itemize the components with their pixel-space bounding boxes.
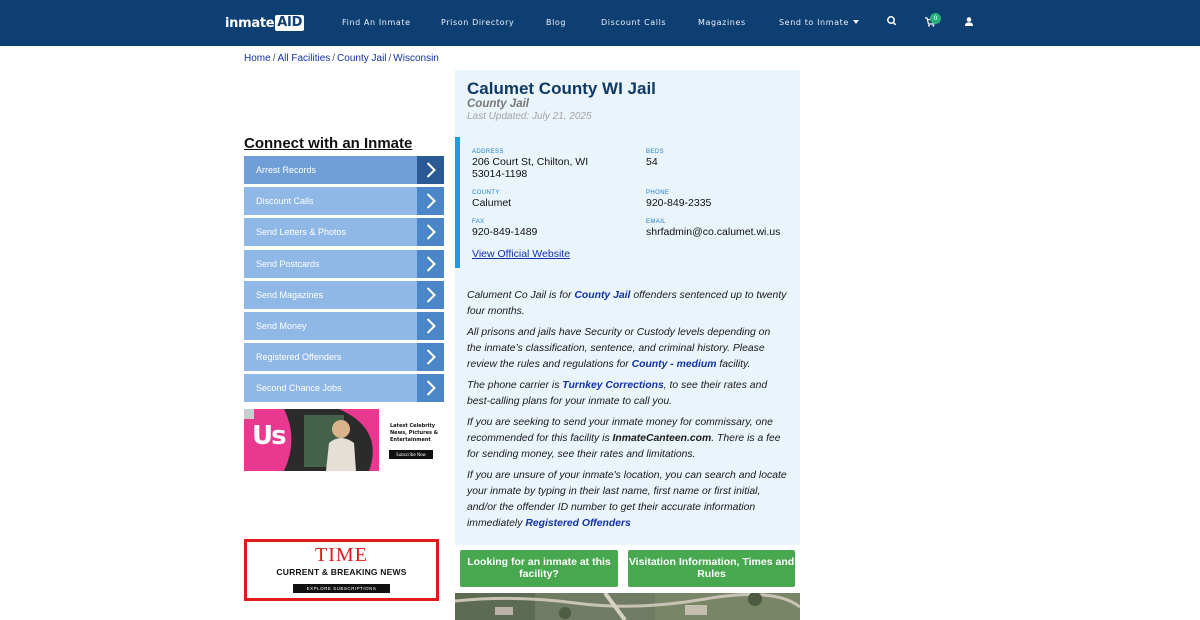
sidebar-item-discount-calls[interactable]: Discount Calls: [244, 187, 444, 216]
paragraph-security: All prisons and jails have Security or C…: [467, 325, 787, 373]
us-subscribe-button[interactable]: Subscribe Now: [389, 450, 433, 459]
email-label: EMAIL: [646, 219, 667, 225]
time-subtitle: CURRENT & BREAKING NEWS: [276, 567, 407, 577]
facility-aerial-photo: [455, 593, 800, 620]
sidebar-item-second-chance-jobs[interactable]: Second Chance Jobs: [244, 374, 444, 403]
phone-label: PHONE: [646, 190, 670, 196]
sidebar-item-send-letters-photos[interactable]: Send Letters & Photos: [244, 218, 444, 247]
turnkey-corrections-link[interactable]: Turnkey Corrections: [562, 380, 663, 391]
official-website-link[interactable]: View Official Website: [472, 248, 570, 260]
email-value[interactable]: shrfadmin@co.calumet.wi.us: [646, 226, 780, 239]
breadcrumb-county-jail[interactable]: County Jail: [337, 53, 386, 64]
time-ad[interactable]: TIME CURRENT & BREAKING NEWS EXPLORE SUB…: [244, 539, 439, 601]
sidebar-item-label: Second Chance Jobs: [256, 383, 342, 394]
sidebar-item-send-postcards[interactable]: Send Postcards: [244, 249, 444, 278]
beds-value: 54: [646, 156, 658, 168]
sidebar-item-label: Send Money: [256, 320, 307, 331]
looking-for-inmate-button[interactable]: Looking for an inmate at this facility?: [460, 550, 618, 587]
registered-offenders-link[interactable]: Registered Offenders: [525, 518, 630, 529]
cart-count-badge: 0: [930, 13, 941, 24]
chevron-down-icon: [852, 20, 859, 24]
county-medium-link[interactable]: County - medium: [632, 359, 717, 370]
chevron-right-icon: [417, 218, 444, 247]
county-jail-link[interactable]: County Jail: [574, 290, 630, 301]
sidebar-item-arrest-records[interactable]: Arrest Records: [244, 156, 444, 184]
connect-title: Connect with an Inmate: [244, 135, 413, 152]
chevron-right-icon: [417, 249, 444, 278]
us-logo: Us: [252, 421, 287, 451]
breadcrumb-separator: /: [272, 53, 276, 64]
nav-send-to-inmate[interactable]: Send to Inmate: [779, 18, 859, 27]
chevron-right-icon: [417, 280, 444, 309]
sidebar-item-send-magazines[interactable]: Send Magazines: [244, 280, 444, 309]
facility-type: County Jail: [467, 98, 529, 110]
address-line-1: 206 Court St, Chilton, WI: [472, 156, 589, 168]
paragraph-money: If you are seeking to send your inmate m…: [467, 415, 787, 463]
us-tagline-3: Entertainment: [390, 437, 431, 443]
sidebar-item-registered-offenders[interactable]: Registered Offenders: [244, 343, 444, 372]
breadcrumb-separator: /: [332, 53, 336, 64]
sidebar-item-label: Arrest Records: [256, 165, 317, 175]
text: The phone carrier is: [467, 380, 563, 391]
chevron-right-icon: [417, 374, 444, 403]
address-line-2: 53014-1198: [472, 167, 528, 180]
chevron-right-icon: [417, 187, 444, 216]
sidebar-item-label: Send Letters & Photos: [256, 227, 347, 238]
paragraph-sentence: Calument Co Jail is for County Jail offe…: [467, 288, 787, 320]
breadcrumb-home[interactable]: Home: [244, 53, 271, 64]
us-weekly-ad[interactable]: Us Latest Celebrity News, Pictures & Ent…: [244, 409, 444, 471]
nav-magazines[interactable]: Magazines: [698, 18, 746, 27]
nav-send-to-inmate-label: Send to Inmate: [779, 18, 849, 27]
us-tagline-2: News, Pictures &: [390, 430, 439, 436]
fax-value: 920-849-1489: [472, 226, 538, 238]
page-title: Calumet County WI Jail: [467, 79, 656, 98]
logo-text: inmate: [225, 15, 275, 31]
nav-prison-directory[interactable]: Prison Directory: [441, 18, 514, 27]
paragraph-locate: If you are unsure of your inmate's locat…: [467, 468, 787, 532]
us-tagline-1: Latest Celebrity: [390, 423, 436, 429]
county-value: Calumet: [472, 197, 512, 209]
fax-label: FAX: [472, 219, 485, 225]
top-navbar: inmate AID Find An Inmate Prison Director…: [0, 0, 1200, 46]
address-label: ADDRESS: [472, 149, 504, 155]
chevron-right-icon: [417, 156, 444, 184]
sidebar-item-label: Registered Offenders: [256, 352, 342, 363]
site-logo[interactable]: inmate AID: [225, 14, 305, 32]
nav-find-inmate[interactable]: Find An Inmate: [342, 18, 411, 27]
breadcrumb-separator: /: [388, 53, 392, 64]
nav-blog[interactable]: Blog: [546, 18, 566, 27]
logo-box: AID: [275, 15, 305, 31]
sidebar-item-send-money[interactable]: Send Money: [244, 311, 444, 340]
chevron-right-icon: [417, 343, 444, 372]
user-icon[interactable]: [963, 14, 977, 30]
sidebar-item-label: Discount Calls: [256, 196, 314, 207]
breadcrumb-wisconsin[interactable]: Wisconsin: [393, 53, 439, 64]
search-icon[interactable]: [886, 14, 900, 30]
nav-discount-calls[interactable]: Discount Calls: [601, 18, 666, 27]
address-value: 206 Court St, Chilton, WI 53014-1198: [472, 156, 589, 180]
time-explore-button[interactable]: EXPLORE SUBSCRIPTIONS: [292, 584, 391, 593]
inmatecanteen-text: InmateCanteen.com: [612, 433, 712, 444]
time-logo: TIME: [315, 544, 368, 566]
beds-label: BEDS: [646, 149, 664, 155]
text: Calument Co Jail is for: [467, 290, 575, 301]
sidebar-menu: Arrest Records Discount Calls Send Lette…: [244, 156, 444, 406]
last-updated: Last Updated: July 21, 2025: [467, 111, 592, 122]
paragraph-phone: The phone carrier is Turnkey Corrections…: [467, 378, 787, 410]
sidebar-item-label: Send Magazines: [256, 289, 324, 300]
breadcrumb-all-facilities[interactable]: All Facilities: [277, 53, 330, 64]
county-label: COUNTY: [472, 190, 500, 196]
text: facility.: [716, 359, 751, 370]
breadcrumb: Home / All Facilities / County Jail / Wisconsi…: [244, 53, 439, 64]
chevron-right-icon: [417, 311, 444, 340]
phone-value[interactable]: 920-849-2335: [646, 197, 711, 210]
sidebar-item-label: Send Postcards: [256, 258, 320, 269]
visitation-info-button[interactable]: Visitation Information, Times and Rules: [628, 550, 795, 587]
